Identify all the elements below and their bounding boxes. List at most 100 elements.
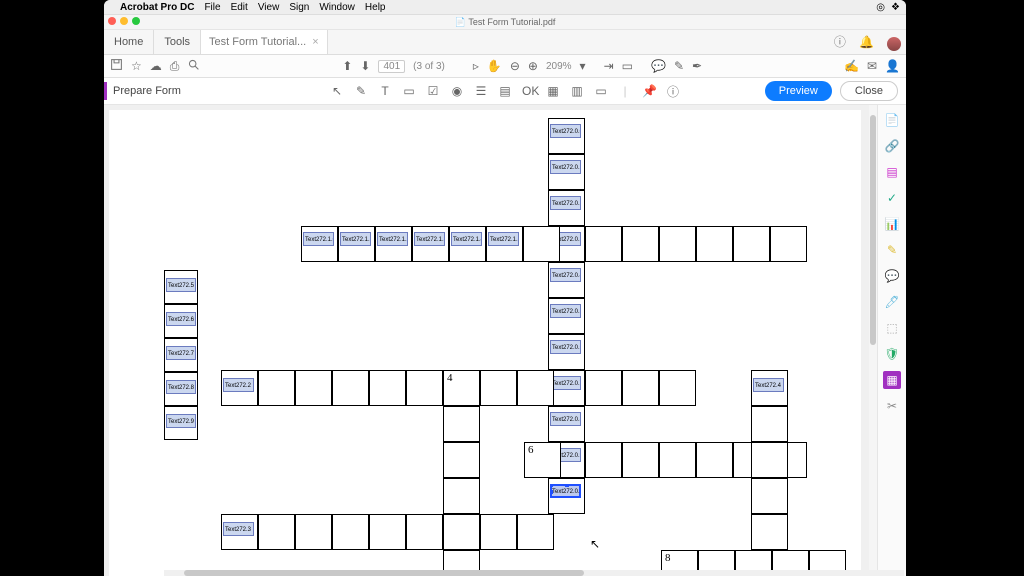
pin-icon[interactable]: 📌: [642, 84, 656, 98]
edit-text-tool-icon[interactable]: ✎: [354, 84, 368, 98]
form-field[interactable]: Text272.4: [753, 378, 784, 392]
account-avatar[interactable]: [887, 37, 901, 51]
fit-width-icon[interactable]: ⇥: [604, 59, 614, 73]
menu-edit[interactable]: Edit: [231, 2, 248, 13]
form-field[interactable]: Text272.2: [223, 378, 254, 392]
crossword-cell: [751, 442, 788, 478]
horizontal-scrollbar[interactable]: [164, 570, 904, 576]
menu-sign[interactable]: Sign: [289, 2, 309, 13]
form-field[interactable]: Text272.1.3: [414, 232, 445, 246]
zoom-dropdown-icon[interactable]: ▾: [580, 59, 586, 73]
tab-home[interactable]: Home: [104, 30, 154, 54]
traffic-lights[interactable]: [108, 17, 140, 25]
radio-tool-icon[interactable]: ◉: [450, 84, 464, 98]
page-down-icon[interactable]: ⬇: [360, 59, 370, 73]
more-info-icon[interactable]: ⓘ: [666, 83, 680, 100]
right-panel-tool[interactable]: ▦: [883, 371, 901, 389]
pdf-page: Text272.0.0 Text272.0.1 Text272.0.2 Text272…: [109, 110, 861, 576]
dropdown-tool-icon[interactable]: ▤: [498, 84, 512, 98]
star-icon[interactable]: ☆: [131, 59, 142, 73]
menu-window[interactable]: Window: [319, 2, 355, 13]
hand-tool-icon[interactable]: ✋: [487, 59, 502, 73]
fit-page-icon[interactable]: ▭: [622, 59, 633, 73]
form-field[interactable]: Text272.0.6: [550, 340, 581, 354]
save-icon[interactable]: [110, 58, 123, 74]
mail-icon[interactable]: ✉: [867, 59, 877, 73]
form-field[interactable]: Text272.1.2: [377, 232, 408, 246]
selection-tool-icon[interactable]: ▹: [473, 59, 479, 73]
menu-view[interactable]: View: [258, 2, 280, 13]
form-field[interactable]: Text272.1.4: [451, 232, 482, 246]
form-field[interactable]: Text272.0.8: [550, 412, 581, 426]
right-panel-tool[interactable]: ⬚: [883, 319, 901, 337]
menu-file[interactable]: File: [204, 2, 220, 13]
checkbox-tool-icon[interactable]: ☑: [426, 84, 440, 98]
signature-field-icon[interactable]: ▭: [594, 84, 608, 98]
date-field-icon[interactable]: ▥: [570, 84, 584, 98]
crossword-cell: [258, 514, 295, 550]
right-panel-tool[interactable]: ✎: [883, 241, 901, 259]
main-toolbar: ☆ ☁ ⎙ ⬆ ⬇ 401 (3 of 3) ▹ ✋ ⊖ ⊕ 209% ▾ ⇥ …: [104, 55, 906, 78]
document-view[interactable]: Text272.0.0 Text272.0.1 Text272.0.2 Text272…: [104, 105, 877, 576]
right-panel-tool[interactable]: 🛡: [883, 345, 901, 363]
form-field[interactable]: Text272.6: [166, 312, 196, 326]
form-field[interactable]: Text272.0.0: [550, 124, 581, 138]
search-icon[interactable]: [187, 58, 200, 74]
text-field-tool-icon[interactable]: T: [378, 84, 392, 98]
form-field[interactable]: Text272.0.2: [550, 196, 581, 210]
share-icon[interactable]: 👤: [885, 59, 900, 73]
text-field-box-icon[interactable]: ▭: [402, 84, 416, 98]
form-field[interactable]: Text272.3: [223, 522, 254, 536]
right-panel-tool[interactable]: 📊: [883, 215, 901, 233]
zoom-level[interactable]: 209%: [546, 61, 572, 72]
right-panel-tool[interactable]: ✓: [883, 189, 901, 207]
tab-tools[interactable]: Tools: [154, 30, 201, 54]
crossword-cell: [585, 226, 622, 262]
form-field[interactable]: Text272.7: [166, 346, 196, 360]
app-name[interactable]: Acrobat Pro DC: [120, 2, 194, 13]
right-panel-tool[interactable]: 🔗: [883, 137, 901, 155]
crossword-cell: [443, 514, 480, 550]
form-field[interactable]: Text272.1.5: [488, 232, 519, 246]
form-field[interactable]: Text272.0.4: [550, 268, 581, 282]
form-field[interactable]: Text272.0.5: [550, 304, 581, 318]
close-button[interactable]: Close: [840, 81, 898, 101]
form-field[interactable]: Text272.0.10: [550, 484, 581, 498]
select-tool-icon[interactable]: ↖: [330, 84, 344, 98]
form-field[interactable]: Text272.0.1: [550, 160, 581, 174]
vertical-scrollbar[interactable]: [869, 105, 877, 576]
menu-help[interactable]: Help: [365, 2, 386, 13]
form-field[interactable]: Text272.0.7: [550, 376, 581, 390]
preview-button[interactable]: Preview: [765, 81, 832, 101]
sign-tool-icon[interactable]: ✍: [844, 59, 859, 73]
cloud-icon[interactable]: ☁: [150, 59, 162, 73]
right-panel-tool[interactable]: ▤: [883, 163, 901, 181]
image-field-icon[interactable]: ▦: [546, 84, 560, 98]
right-panel-tool[interactable]: 🖊: [883, 293, 901, 311]
button-tool-icon[interactable]: OK: [522, 84, 536, 98]
form-field[interactable]: Text272.5: [166, 278, 196, 292]
right-panel-tool[interactable]: 📄: [883, 111, 901, 129]
sign-icon[interactable]: ✒: [692, 59, 702, 73]
form-field[interactable]: Text272.8: [166, 380, 196, 394]
print-icon[interactable]: ⎙: [170, 59, 180, 74]
zoom-in-icon[interactable]: ⊕: [528, 59, 538, 73]
help-icon[interactable]: ⓘ: [834, 35, 846, 49]
form-field[interactable]: Text272.1.0: [303, 232, 334, 246]
close-tab-icon[interactable]: ×: [312, 36, 318, 48]
page-input[interactable]: 401: [378, 60, 405, 73]
crossword-cell: [770, 226, 807, 262]
zoom-out-icon[interactable]: ⊖: [510, 59, 520, 73]
right-panel-tool[interactable]: 💬: [883, 267, 901, 285]
bell-icon[interactable]: 🔔: [859, 35, 874, 49]
right-panel-tool[interactable]: ✂: [883, 397, 901, 415]
crossword-cell: [369, 370, 406, 406]
page-up-icon[interactable]: ⬆: [342, 59, 352, 73]
list-tool-icon[interactable]: ☰: [474, 84, 488, 98]
form-field[interactable]: Text272.1.1: [340, 232, 371, 246]
tab-document[interactable]: Test Form Tutorial... ×: [201, 30, 328, 54]
highlight-icon[interactable]: ✎: [674, 59, 684, 73]
form-field[interactable]: Text272.9: [166, 414, 196, 428]
crossword-cell: [332, 370, 369, 406]
comment-icon[interactable]: 💬: [651, 59, 666, 73]
